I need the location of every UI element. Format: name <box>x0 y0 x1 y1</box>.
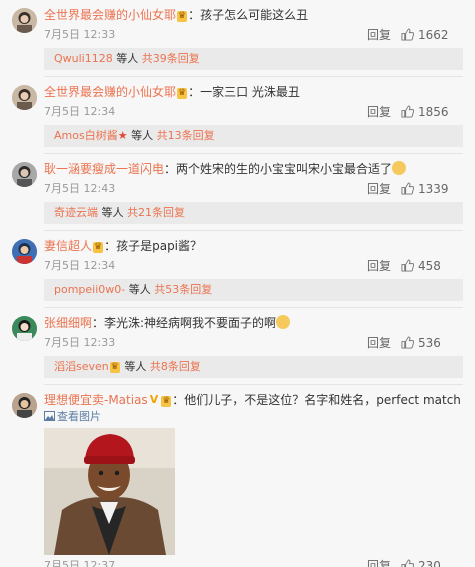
username[interactable]: 全世界最会赚的小仙女耶 <box>44 85 176 99</box>
like-count: 230 <box>418 559 441 567</box>
comment-item: 理想便宜卖-Matias V ♛ ：他们儿子，不是这位？名字和姓名，perfect m… <box>0 385 475 567</box>
sub-reply-count-link[interactable]: 共8条回复 <box>150 360 201 373</box>
username[interactable]: 理想便宜卖-Matias <box>44 393 148 407</box>
like-count: 1856 <box>418 105 449 119</box>
comment-item: 全世界最会赚的小仙女耶 ♛ ：一家三口 光洙最丑 7月5日 12:34 回复 185… <box>0 77 475 154</box>
username[interactable]: 妻信超人 <box>44 239 92 253</box>
timestamp: 7月5日 12:34 <box>44 259 116 272</box>
sub-reply-count-link[interactable]: 共21条回复 <box>127 206 185 219</box>
comment-item: 张细细啊：李光洙:神经病啊我不要面子的啊 7月5日 12:33 回复 536 滔… <box>0 308 475 385</box>
sub-replies-box[interactable]: pompeii0w0- 等人 共53条回复 <box>44 279 463 301</box>
sub-reply-count-link[interactable]: 共39条回复 <box>142 52 200 65</box>
thumbs-up-icon <box>401 259 415 272</box>
avatar[interactable] <box>12 393 37 418</box>
avatar[interactable] <box>12 8 37 33</box>
thumbs-up-icon <box>401 28 415 41</box>
member-badge-icon: ♛ <box>161 396 172 407</box>
avatar[interactable] <box>12 85 37 110</box>
username[interactable]: 张细细啊 <box>44 316 92 330</box>
like-count: 458 <box>418 259 441 273</box>
reply-button[interactable]: 回复 <box>367 334 391 352</box>
member-badge-icon: ♛ <box>93 242 104 253</box>
username[interactable]: 耿一涵要瘦成一道闪电 <box>44 162 164 176</box>
comment-item: 耿一涵要瘦成一道闪电：两个姓宋的生的小宝宝叫宋小宝最合适了 7月5日 12:43… <box>0 154 475 231</box>
thumbs-up-icon <box>401 559 415 567</box>
timestamp: 7月5日 12:33 <box>44 336 116 349</box>
sub-reply-others: 等人 <box>128 283 151 296</box>
member-badge-icon: ♛ <box>177 11 188 22</box>
reply-button[interactable]: 回复 <box>367 557 391 567</box>
star-badge-icon: ★ <box>117 129 128 142</box>
comment-feed: 全世界最会赚的小仙女耶 ♛ ：孩子怎么可能这么丑 7月5日 12:33 回复 166… <box>0 0 475 567</box>
comment-text: ：他们儿子，不是这位？名字和姓名，perfect match <box>172 393 461 407</box>
sub-reply-count-link[interactable]: 共53条回复 <box>154 283 212 296</box>
like-count: 536 <box>418 336 441 350</box>
avatar[interactable] <box>12 239 37 264</box>
thumbs-up-icon <box>401 182 415 195</box>
like-button[interactable]: 1339 <box>401 180 463 198</box>
like-button[interactable]: 1662 <box>401 26 463 44</box>
comment-text: ：两个姓宋的生的小宝宝叫宋小宝最合适了 <box>164 162 393 176</box>
thumbs-up-icon <box>401 105 415 118</box>
avatar[interactable] <box>12 316 37 341</box>
sub-replies-box[interactable]: 滔滔seven ♛ 等人 共8条回复 <box>44 356 463 378</box>
timestamp: 7月5日 12:37 <box>44 559 116 567</box>
reply-button[interactable]: 回复 <box>367 103 391 121</box>
sub-reply-user[interactable]: Amos白树酱 <box>54 129 118 142</box>
view-image-link[interactable]: 查看图片 <box>44 409 463 425</box>
sub-reply-others: 等人 <box>116 52 139 65</box>
timestamp: 7月5日 12:43 <box>44 182 116 195</box>
reply-button[interactable]: 回复 <box>367 180 391 198</box>
sub-reply-user[interactable]: 滔滔seven <box>54 360 109 373</box>
image-icon <box>44 411 55 421</box>
comment-text: ：孩子是papi酱？ <box>104 239 203 253</box>
like-count: 1339 <box>418 182 449 196</box>
reply-button[interactable]: 回复 <box>367 26 391 44</box>
like-button[interactable]: 1856 <box>401 103 463 121</box>
sub-reply-user[interactable]: Qwuli1128 <box>54 52 113 65</box>
comment-item: 妻信超人 ♛ ：孩子是papi酱？ 7月5日 12:34 回复 458 pompei… <box>0 231 475 308</box>
timestamp: 7月5日 12:34 <box>44 105 116 118</box>
reply-button[interactable]: 回复 <box>367 257 391 275</box>
thumbs-up-icon <box>401 336 415 349</box>
like-button[interactable]: 230 <box>401 557 463 567</box>
sub-replies-box[interactable]: Amos白树酱★ 等人 共13条回复 <box>44 125 463 147</box>
comment-text: ：李光洙:神经病啊我不要面子的啊 <box>92 316 277 330</box>
avatar[interactable] <box>12 162 37 187</box>
sub-replies-box[interactable]: 奇迹云端 等人 共21条回复 <box>44 202 463 224</box>
sub-reply-others: 等人 <box>101 206 124 219</box>
smile-emoji-icon <box>392 161 407 175</box>
sub-replies-box[interactable]: Qwuli1128 等人 共39条回复 <box>44 48 463 70</box>
sub-reply-others: 等人 <box>131 129 154 142</box>
comment-text: ：孩子怎么可能这么丑 <box>188 8 309 22</box>
member-badge-icon: ♛ <box>109 362 120 373</box>
sub-reply-user[interactable]: 奇迹云端 <box>54 206 98 219</box>
verified-v-icon: V <box>149 393 159 406</box>
comment-text: ：一家三口 光洙最丑 <box>188 85 300 99</box>
sub-reply-others: 等人 <box>124 360 147 373</box>
username[interactable]: 全世界最会赚的小仙女耶 <box>44 8 176 22</box>
member-badge-icon: ♛ <box>177 88 188 99</box>
sweat-smile-emoji-icon <box>276 315 291 329</box>
like-count: 1662 <box>418 28 449 42</box>
like-button[interactable]: 458 <box>401 257 463 275</box>
like-button[interactable]: 536 <box>401 334 463 352</box>
sub-reply-count-link[interactable]: 共13条回复 <box>157 129 215 142</box>
timestamp: 7月5日 12:33 <box>44 28 116 41</box>
comment-item: 全世界最会赚的小仙女耶 ♛ ：孩子怎么可能这么丑 7月5日 12:33 回复 166… <box>0 0 475 77</box>
attached-photo[interactable] <box>44 428 175 555</box>
sub-reply-user[interactable]: pompeii0w0- <box>54 283 125 296</box>
